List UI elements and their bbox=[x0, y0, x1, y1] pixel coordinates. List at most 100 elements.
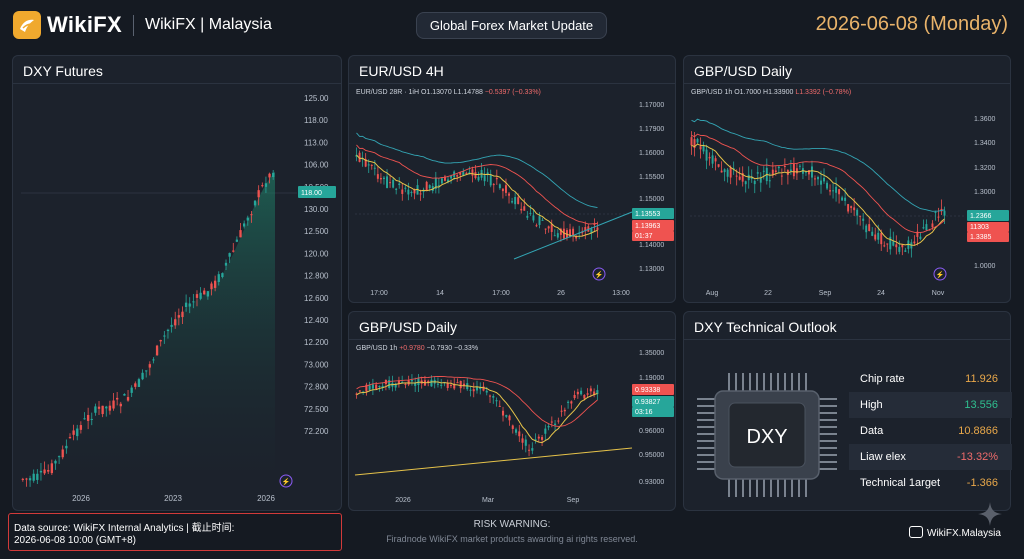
outlook-key: Technical 1arget bbox=[860, 477, 941, 489]
y-tick-label: 120.00 bbox=[304, 249, 329, 258]
gbp2-candle bbox=[475, 387, 479, 391]
info-change-3: −0.33% bbox=[454, 345, 479, 352]
dxy-candle bbox=[264, 183, 268, 187]
y-tick-label: 125.00 bbox=[304, 94, 329, 103]
eur-candle bbox=[471, 169, 474, 176]
dxy-candle bbox=[101, 405, 104, 415]
gbp1-candle bbox=[862, 218, 865, 221]
tag-red: 0.93338 bbox=[635, 387, 660, 394]
risk-warning-title: RISK WARNING: bbox=[473, 519, 551, 530]
gbp2-candle bbox=[449, 385, 453, 387]
gbp1-candle bbox=[817, 176, 819, 180]
dxy-candle bbox=[145, 370, 148, 372]
dxy-candle bbox=[50, 463, 54, 474]
dxy-candle bbox=[54, 460, 57, 464]
gbp1-candle bbox=[877, 232, 880, 240]
gbp2-candle bbox=[498, 405, 501, 407]
data-source-time: 2026-06-08 10:00 (GMT+8) bbox=[14, 535, 137, 546]
data-source-box: Data source: WikiFX Internal Analytics |… bbox=[8, 513, 342, 551]
gbp1-candle bbox=[798, 165, 801, 167]
wikifx-logo-icon[interactable] bbox=[13, 11, 41, 39]
market-update-button[interactable]: Global Forex Market Update bbox=[416, 12, 607, 39]
dxy-candle bbox=[130, 387, 133, 393]
gbp1-candle bbox=[762, 170, 765, 172]
chart-info-line: EUR/USD 28R · 1iH O1.13070 L1.14788 −0.5… bbox=[356, 89, 541, 96]
y-tick-label: 1.13000 bbox=[639, 266, 664, 273]
x-tick-label: 17:00 bbox=[492, 290, 510, 297]
y-tick-label: 1.0000 bbox=[974, 263, 996, 270]
eurusd-chart[interactable]: 1.17000 1.17900 1.16000 1.15500 1.15000 1.140… bbox=[349, 84, 676, 303]
gbpusd-daily-chart[interactable]: 1.3600 1.3400 1.3200 1.3000 1.0000 Aug 22 Sep 24… bbox=[684, 84, 1011, 303]
eur-candle bbox=[556, 233, 559, 238]
brand-name[interactable]: WikiFX bbox=[47, 12, 122, 38]
gbp1-candle bbox=[696, 139, 699, 143]
outlook-table: Chip rate 11.926 High 13.556 Data 10.886… bbox=[849, 366, 1012, 496]
gbp1-candle bbox=[777, 166, 780, 169]
y-tick-label: 72.200 bbox=[304, 427, 329, 436]
chart-info-line: GBP/USD 1h O1.7000 H1.33900 L1.3392 (−0.… bbox=[691, 89, 851, 96]
tag-green: 1.13553 bbox=[635, 211, 660, 218]
gbp1-candle bbox=[792, 163, 795, 177]
dxy-candle bbox=[184, 302, 188, 308]
dxy-candle bbox=[72, 430, 75, 435]
x-tick-label: 2026 bbox=[395, 497, 411, 504]
eur-candle bbox=[517, 197, 520, 204]
dxy-futures-chart[interactable]: 125.00118.00113.00106.0010.500130.0012.5… bbox=[13, 84, 342, 511]
gbp2-candle bbox=[563, 409, 566, 412]
gbp2-candle bbox=[560, 410, 563, 412]
dxy-candle bbox=[112, 400, 115, 409]
eur-candle bbox=[392, 179, 395, 188]
eur-candle bbox=[529, 212, 532, 214]
info-low: L1.3392 (−0.78%) bbox=[795, 89, 852, 96]
y-tick-label: 106.00 bbox=[304, 161, 329, 170]
gbp2-candle bbox=[550, 421, 553, 423]
info-symbol: EUR/USD 28R · 1iH bbox=[356, 89, 420, 96]
gbp1-candle bbox=[922, 227, 925, 229]
dxy-candle bbox=[195, 294, 199, 298]
dxy-candle bbox=[206, 291, 210, 297]
gbp1-candle bbox=[690, 137, 693, 146]
gbp1-candle bbox=[931, 223, 934, 228]
gbp1-candle bbox=[892, 241, 895, 246]
gbp2-candle bbox=[580, 390, 583, 395]
gbp2-candle bbox=[537, 436, 540, 439]
outlook-row: Technical 1arget -1.366 bbox=[849, 470, 1012, 496]
gbp2-candle bbox=[570, 401, 573, 404]
outlook-value: 13.556 bbox=[964, 399, 998, 411]
y-tick-label: 1.3200 bbox=[974, 165, 996, 172]
gbp2-candle bbox=[547, 425, 550, 428]
panel-title: GBP/USD Daily bbox=[694, 63, 793, 79]
dxy-candle bbox=[181, 311, 184, 318]
panel-dxy-futures: DXY Futures 125.00118.00113.00106.0010.5… bbox=[12, 55, 342, 511]
gbp1-candle bbox=[768, 180, 771, 182]
y-tick-label: 0.93000 bbox=[639, 479, 664, 486]
dxy-candle bbox=[210, 283, 213, 290]
dxy-candle bbox=[28, 478, 32, 481]
info-open: O1.13070 bbox=[420, 89, 452, 96]
outlook-key: High bbox=[860, 399, 883, 411]
gbp1-candle bbox=[714, 158, 717, 162]
dxy-candle bbox=[246, 217, 249, 221]
dxy-candle bbox=[43, 469, 46, 474]
lightning-glyph: ⚡ bbox=[282, 477, 291, 486]
panel-title: EUR/USD 4H bbox=[359, 63, 444, 79]
gbpusd-daily-chart-2[interactable]: 1.350001.190001.100000.960000.950000.930… bbox=[349, 340, 676, 511]
gbp2-candle bbox=[521, 438, 524, 443]
dxy-candle bbox=[90, 418, 93, 420]
y-tick-label: 0.95000 bbox=[639, 452, 664, 459]
x-tick-label: 14 bbox=[436, 290, 444, 297]
gbp1-candle bbox=[898, 246, 901, 252]
dxy-candle bbox=[39, 470, 43, 473]
info-change-2: −0.7930 bbox=[426, 345, 453, 352]
gbp1-candle bbox=[705, 149, 708, 161]
tag-green: 0.93827 bbox=[635, 399, 660, 406]
gbp2-candle bbox=[541, 437, 544, 440]
data-source-line: Data source: WikiFX Internal Analytics |… bbox=[14, 523, 235, 534]
dxy-candle bbox=[170, 324, 173, 327]
eur-candle bbox=[520, 208, 523, 211]
x-tick-label: Sep bbox=[819, 290, 832, 297]
gbp1-candle bbox=[756, 172, 759, 174]
panel-gbpusd-daily-top: GBP/USD Daily 1.3600 1.3400 1.3200 1.3000 1.… bbox=[683, 55, 1011, 303]
dxy-candle bbox=[203, 290, 206, 295]
site-name: WikiFX | Malaysia bbox=[145, 16, 272, 33]
